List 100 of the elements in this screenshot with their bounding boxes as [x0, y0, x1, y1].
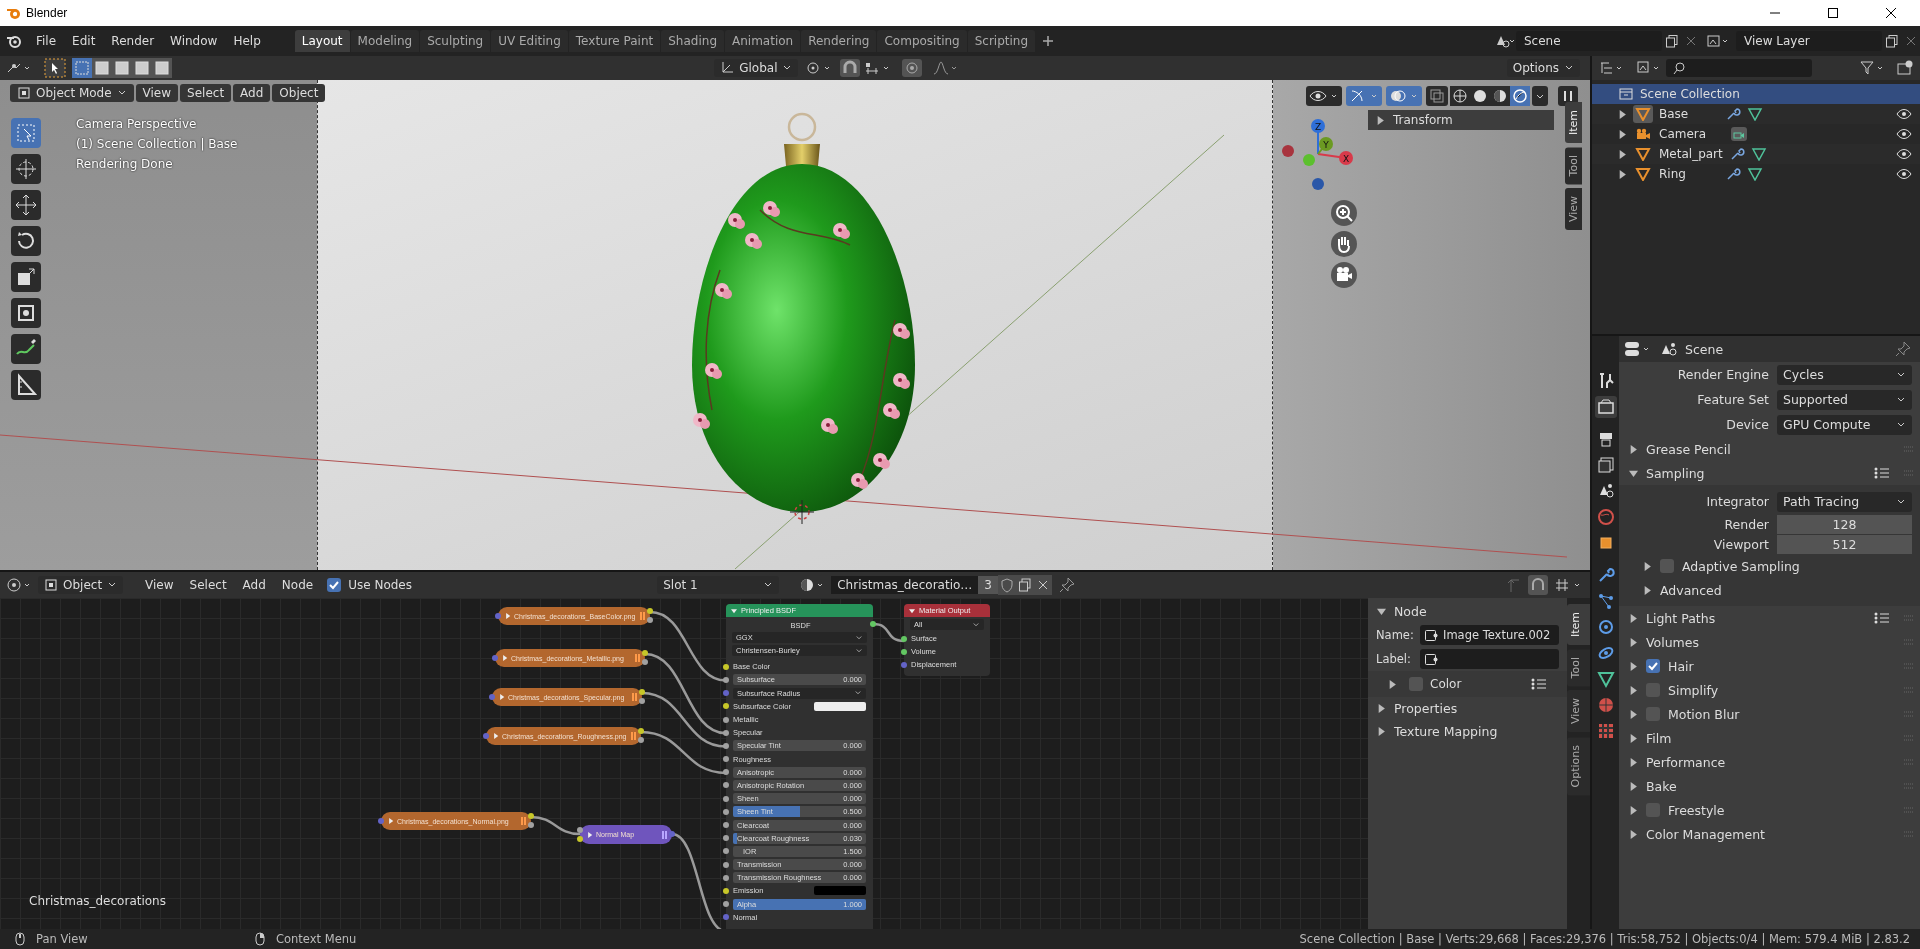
number-field[interactable]: 128	[1777, 514, 1912, 534]
color-swatch[interactable]	[814, 886, 866, 896]
workspace-tab[interactable]: Compositing	[877, 30, 967, 52]
panel-header[interactable]: Freestyle	[1619, 798, 1920, 822]
node-socket[interactable]	[901, 661, 907, 668]
preview-toggle-icon[interactable]	[635, 654, 640, 662]
disclosure-triangle-icon[interactable]	[505, 613, 511, 619]
principled-bsdf-node[interactable]	[726, 604, 873, 929]
node-socket[interactable]	[378, 818, 384, 824]
scene-field[interactable]: Scene	[1516, 31, 1662, 51]
dropdown[interactable]: Cycles	[1777, 364, 1912, 385]
move-arrows-icon[interactable]	[11, 190, 41, 220]
dropdown[interactable]: Supported	[1777, 389, 1912, 410]
material-name-field[interactable]: Christmas_decoratio…	[831, 576, 979, 594]
wrench-icon[interactable]	[1725, 167, 1741, 181]
disclosure-triangle-icon[interactable]	[1629, 829, 1638, 839]
workspace-tab[interactable]: Shading	[661, 30, 724, 52]
visibility-eye-icon[interactable]	[1896, 128, 1912, 140]
selection-mode-icon[interactable]	[152, 58, 172, 78]
disclosure-triangle-icon[interactable]	[388, 818, 394, 824]
panel-header[interactable]: Properties	[1368, 697, 1567, 720]
panel-header[interactable]: Hair	[1619, 654, 1920, 678]
node-socket[interactable]	[669, 831, 675, 837]
label-field[interactable]	[1420, 649, 1559, 669]
preview-toggle-icon[interactable]	[662, 830, 667, 839]
slot-dropdown[interactable]: Slot 1	[657, 576, 780, 594]
node-socket[interactable]	[723, 716, 729, 723]
node-socket[interactable]	[723, 729, 729, 736]
disclosure-triangle-icon[interactable]	[1629, 757, 1638, 767]
workspace-tab[interactable]: Layout	[294, 30, 350, 52]
disclosure-triangle-icon[interactable]	[1643, 585, 1652, 595]
disclosure-triangle-icon[interactable]	[1643, 561, 1652, 571]
disclosure-triangle-icon[interactable]	[1629, 733, 1638, 743]
select-tool-icon[interactable]	[44, 58, 66, 78]
workspace-tab[interactable]: Animation	[725, 30, 801, 52]
pen-icon[interactable]	[11, 334, 41, 364]
subpanel-header[interactable]: Advanced	[1619, 578, 1920, 602]
disclosure-triangle-icon[interactable]	[1629, 709, 1638, 719]
menu-button[interactable]: Object	[272, 84, 326, 102]
panel-header[interactable]: Film	[1619, 726, 1920, 750]
node-socket[interactable]	[723, 690, 729, 697]
workspace-tab[interactable]: Rendering	[801, 30, 877, 52]
workspace-tab[interactable]: Modeling	[350, 30, 420, 52]
menu-item[interactable]: Edit	[64, 31, 104, 51]
visibility-eye-icon[interactable]	[1896, 168, 1912, 180]
snap-magnet-icon[interactable]	[840, 59, 861, 77]
node-socket[interactable]	[723, 769, 729, 776]
node-socket[interactable]	[495, 613, 501, 619]
camera-data-icon[interactable]	[1729, 126, 1749, 142]
scale-icon[interactable]	[11, 262, 41, 292]
menu-item[interactable]: Render	[103, 31, 163, 51]
list-icon[interactable]	[1874, 466, 1890, 480]
options-dropdown[interactable]: Options	[1506, 59, 1580, 77]
pin-icon[interactable]	[1894, 340, 1912, 358]
workspace-tab[interactable]: UV Editing	[491, 30, 568, 52]
transform-panel-header[interactable]: Transform	[1368, 110, 1554, 130]
mesh-data-icon[interactable]	[1747, 167, 1763, 181]
node-socket[interactable]	[723, 703, 729, 710]
node-socket[interactable]	[723, 822, 729, 829]
pin-icon[interactable]	[1058, 576, 1076, 594]
node-socket[interactable]	[723, 835, 729, 842]
cursor-target-icon[interactable]	[11, 154, 41, 184]
disclosure-triangle-icon[interactable]	[1377, 607, 1386, 616]
disclosure-triangle-icon[interactable]	[731, 607, 737, 614]
workspace-tab[interactable]: Texture Paint	[568, 30, 661, 52]
outliner-item[interactable]: Ring	[1592, 164, 1920, 184]
wrench-icon[interactable]	[1725, 107, 1741, 121]
preview-toggle-icon[interactable]	[631, 732, 636, 740]
ruler-icon[interactable]	[11, 370, 41, 400]
search-field[interactable]	[1666, 59, 1812, 77]
node-socket[interactable]	[723, 914, 729, 921]
menu-button[interactable]: Add	[233, 84, 271, 102]
sidebar-tab[interactable]: Item	[1565, 102, 1582, 144]
close-icon[interactable]	[1885, 7, 1897, 19]
maximize-icon[interactable]	[1827, 7, 1839, 19]
wireframe-sphere-icon[interactable]	[1450, 86, 1470, 106]
sidebar-tab[interactable]: Item	[1567, 604, 1590, 646]
panel-header[interactable]: Simplify	[1619, 678, 1920, 702]
dropdown[interactable]: Path Tracing	[1777, 491, 1912, 512]
menu-item[interactable]: View	[137, 575, 182, 595]
orientation-dropdown[interactable]: Global	[714, 59, 799, 77]
proportional-editing-icon[interactable]	[902, 59, 923, 77]
rotate-icon[interactable]	[11, 226, 41, 256]
panel-header[interactable]: Volumes	[1619, 630, 1920, 654]
node-panel-header[interactable]: Node	[1368, 600, 1567, 623]
visibility-eye-icon[interactable]	[1306, 86, 1342, 106]
selection-mode-icon[interactable]	[112, 58, 132, 78]
node-socket[interactable]	[723, 663, 729, 670]
node-socket[interactable]	[870, 620, 876, 627]
panel-header[interactable]: Bake	[1619, 774, 1920, 798]
workspace-tab[interactable]: Scripting	[967, 30, 1036, 52]
color-swatch[interactable]	[814, 701, 866, 711]
disclosure-triangle-icon[interactable]	[587, 831, 593, 838]
copy-icon[interactable]	[1885, 34, 1899, 48]
sidebar-tab[interactable]: Tool	[1565, 147, 1582, 185]
visibility-eye-icon[interactable]	[1896, 148, 1912, 160]
dropdown[interactable]: GPU Compute	[1777, 414, 1912, 435]
workspace-tab[interactable]: Sculpting	[420, 30, 491, 52]
node-socket[interactable]	[901, 648, 907, 655]
panel-header[interactable]: Color Management	[1619, 822, 1920, 846]
